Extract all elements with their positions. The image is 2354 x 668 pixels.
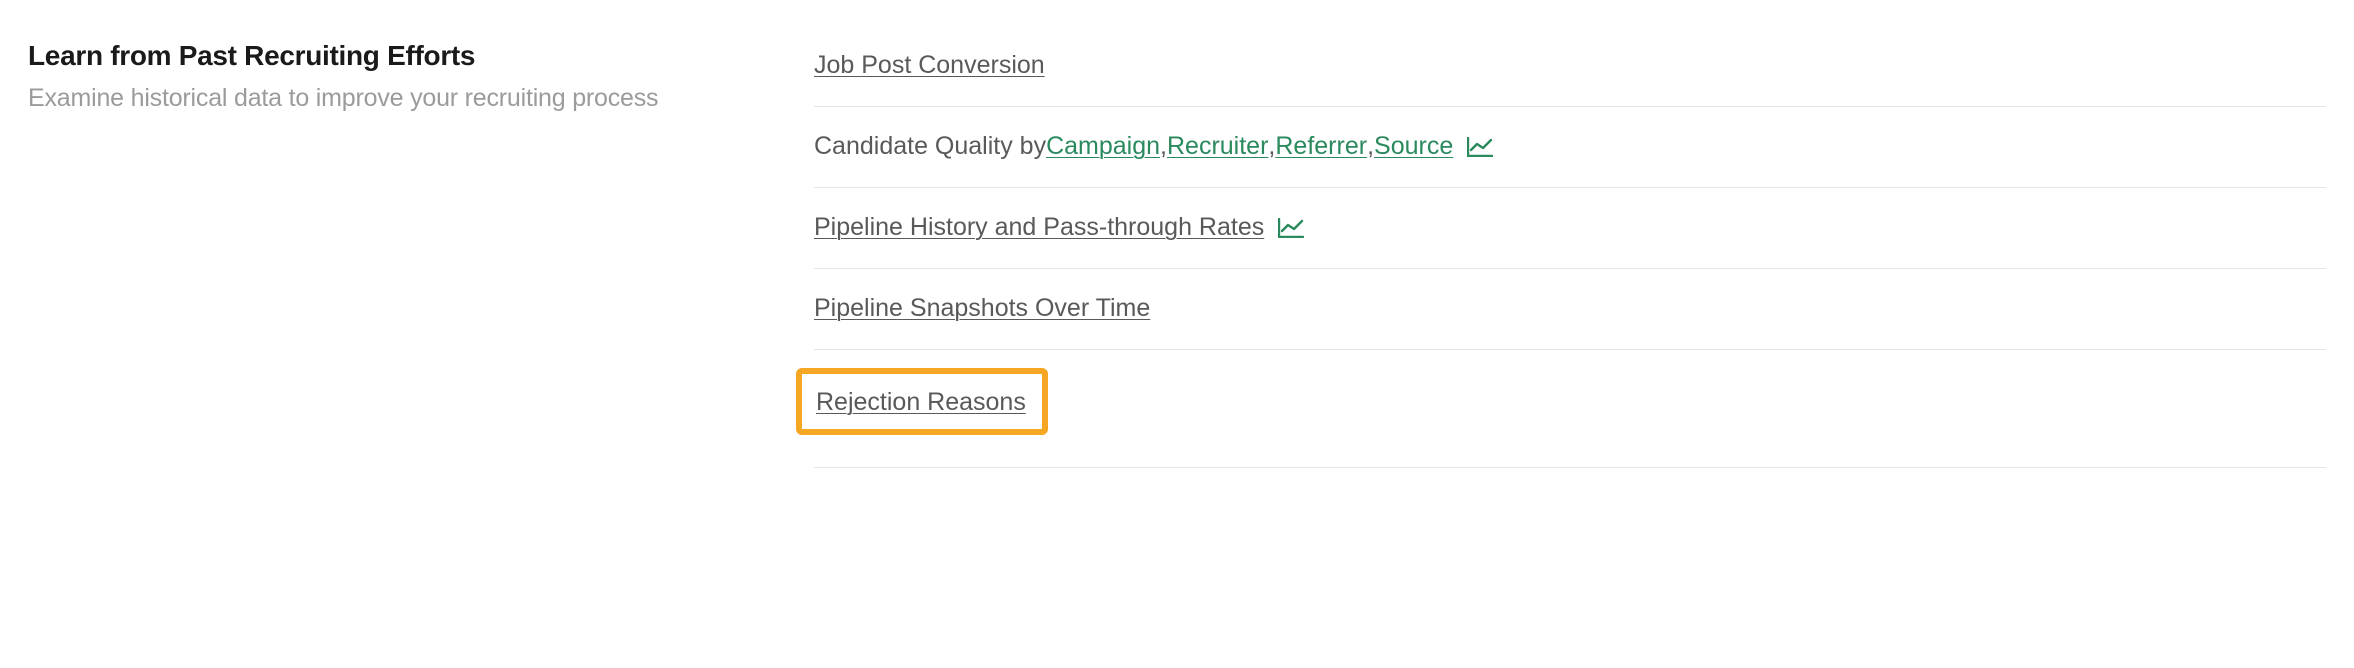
separator: , [1268, 129, 1275, 164]
link-recruiter[interactable]: Recruiter [1167, 129, 1268, 164]
report-item-pipeline-history: Pipeline History and Pass-through Rates [814, 188, 2326, 269]
section-title: Learn from Past Recruiting Efforts [28, 40, 774, 72]
separator: , [1160, 129, 1167, 164]
link-job-post-conversion[interactable]: Job Post Conversion [814, 48, 1045, 83]
link-campaign[interactable]: Campaign [1046, 129, 1160, 164]
report-item-pipeline-snapshots: Pipeline Snapshots Over Time [814, 269, 2326, 350]
report-item-job-post-conversion: Job Post Conversion [814, 40, 2326, 107]
separator: , [1367, 129, 1374, 164]
candidate-quality-prefix: Candidate Quality by [814, 129, 1046, 164]
reports-list: Job Post Conversion Candidate Quality by… [814, 40, 2326, 468]
chart-icon [1278, 218, 1304, 238]
link-rejection-reasons[interactable]: Rejection Reasons [816, 388, 1026, 416]
highlight-box: Rejection Reasons [796, 368, 1048, 435]
link-source[interactable]: Source [1374, 129, 1453, 164]
section-header: Learn from Past Recruiting Efforts Exami… [28, 40, 774, 468]
link-pipeline-snapshots[interactable]: Pipeline Snapshots Over Time [814, 291, 1150, 326]
section-subtitle: Examine historical data to improve your … [28, 84, 774, 113]
reports-section: Learn from Past Recruiting Efforts Exami… [28, 40, 2326, 468]
report-item-candidate-quality: Candidate Quality by Campaign, Recruiter… [814, 107, 2326, 188]
link-referrer[interactable]: Referrer [1275, 129, 1367, 164]
chart-icon [1467, 137, 1493, 157]
link-pipeline-history[interactable]: Pipeline History and Pass-through Rates [814, 210, 1264, 245]
report-item-rejection-reasons: Rejection Reasons [814, 350, 2326, 468]
